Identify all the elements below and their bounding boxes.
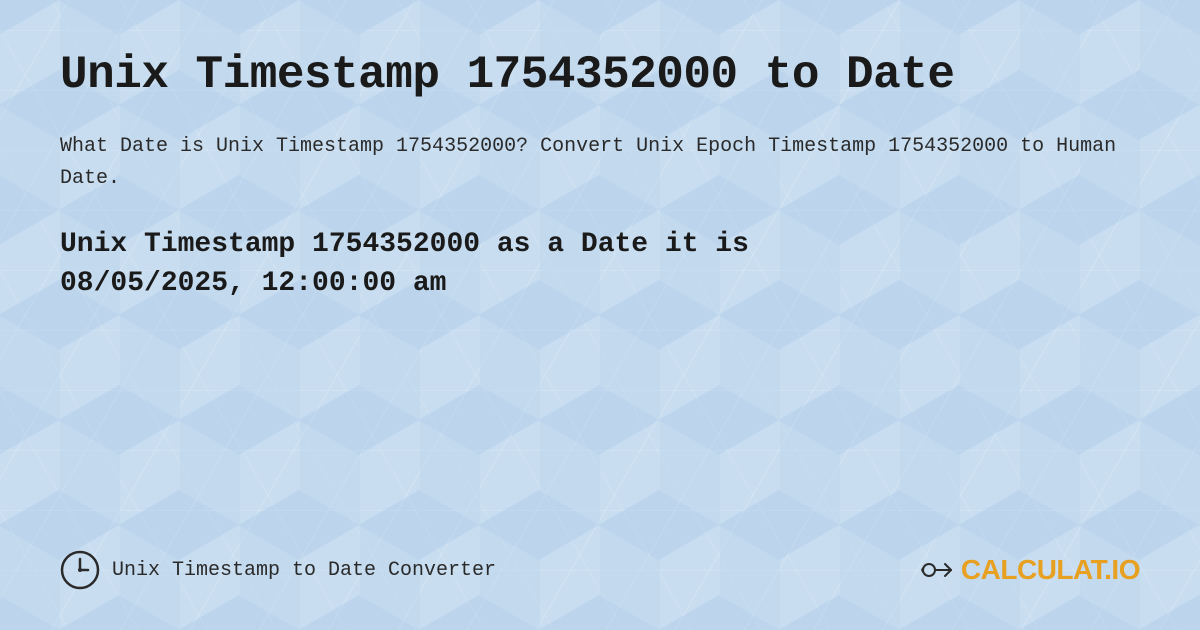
top-section: Unix Timestamp 1754352000 to Date What D… — [60, 50, 1140, 215]
result-section: Unix Timestamp 1754352000 as a Date it i… — [60, 225, 1140, 303]
result-text: Unix Timestamp 1754352000 as a Date it i… — [60, 225, 1140, 303]
clock-icon — [60, 550, 100, 590]
footer-left: Unix Timestamp to Date Converter — [60, 550, 496, 590]
result-line1: Unix Timestamp 1754352000 as a Date it i… — [60, 229, 749, 260]
calculat-io-icon — [919, 552, 955, 588]
result-line2: 08/05/2025, 12:00:00 am — [60, 268, 446, 299]
page-description: What Date is Unix Timestamp 1754352000? … — [60, 131, 1140, 195]
footer: Unix Timestamp to Date Converter CALCULA… — [60, 530, 1140, 590]
footer-label: Unix Timestamp to Date Converter — [112, 559, 496, 582]
logo-accent: .IO — [1104, 554, 1140, 585]
page-content: Unix Timestamp 1754352000 to Date What D… — [0, 0, 1200, 630]
page-title: Unix Timestamp 1754352000 to Date — [60, 50, 1140, 101]
logo-text: CALCULAT.IO — [961, 554, 1140, 586]
logo-main: CALCULAT — [961, 554, 1104, 585]
logo-area: CALCULAT.IO — [919, 552, 1140, 588]
